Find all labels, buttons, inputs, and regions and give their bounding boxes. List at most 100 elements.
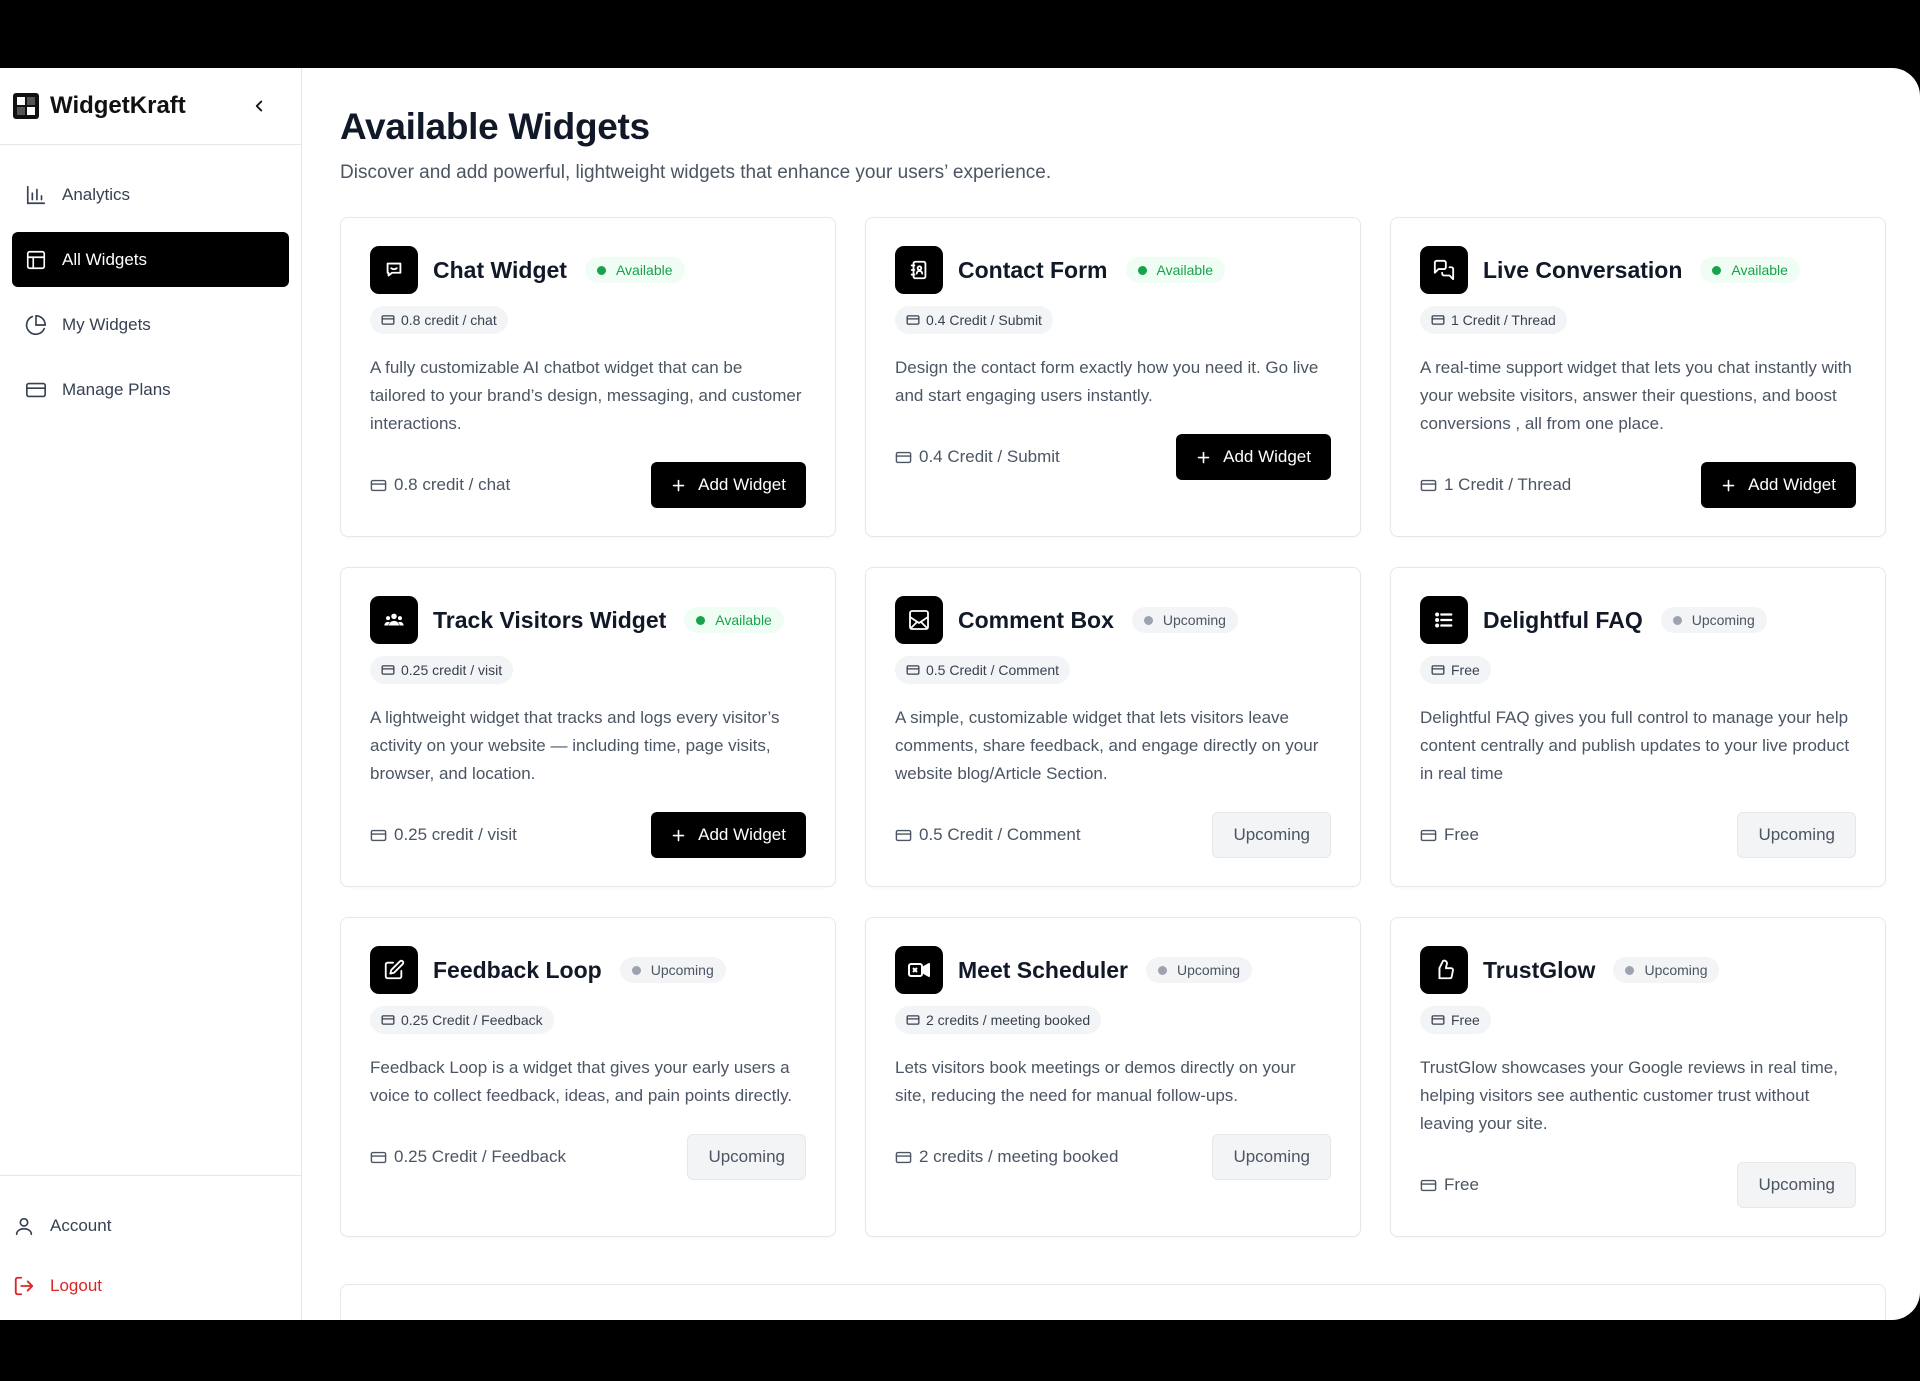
sidebar-item-label: Analytics xyxy=(62,184,131,204)
pie-chart-icon xyxy=(24,313,48,337)
price-pill-label: 0.8 credit / chat xyxy=(401,312,497,328)
add-widget-button[interactable]: Add Widget xyxy=(651,462,806,508)
status-dot-icon xyxy=(1143,615,1153,625)
widget-description: TrustGlow showcases your Google reviews … xyxy=(1420,1058,1838,1133)
price-pill: 0.8 credit / chat xyxy=(370,306,508,334)
brand-header: WidgetKraft xyxy=(0,68,301,145)
widget-card-contact-form: Contact Form Available 0.4 Credit / Submit… xyxy=(865,217,1361,537)
chevron-left-icon xyxy=(255,100,263,112)
logout-label: Logout xyxy=(50,1276,102,1295)
credit-card-icon xyxy=(1420,1177,1437,1194)
status-dot-icon xyxy=(1137,265,1147,275)
upcoming-button[interactable]: Upcoming xyxy=(1737,812,1856,858)
credit-card-icon xyxy=(906,1013,920,1027)
account-link[interactable]: Account xyxy=(12,1196,289,1256)
credit-card-icon xyxy=(895,449,912,466)
footer-price: Free xyxy=(1420,825,1479,845)
collapse-sidebar-button[interactable] xyxy=(245,92,273,120)
status-dot-icon xyxy=(1158,965,1167,975)
sidebar-item-label: Manage Plans xyxy=(62,379,171,399)
sidebar-bottom: Account Logout xyxy=(0,1175,301,1320)
add-widget-button[interactable]: Add Widget xyxy=(1701,462,1856,508)
footer-price: 0.25 Credit / Feedback xyxy=(370,1147,566,1167)
widget-title: Feedback Loop xyxy=(433,956,602,983)
card-header: TrustGlow Upcoming xyxy=(1420,946,1856,994)
main-content: Available Widgets Discover and add power… xyxy=(302,68,1920,1320)
credit-card-icon xyxy=(381,1013,395,1027)
logout-icon xyxy=(12,1274,36,1298)
card-header: Meet Scheduler Upcoming xyxy=(895,946,1331,994)
widget-card-delightful-faq: Delightful FAQ Upcoming Free Delightful FAQ… xyxy=(1390,567,1886,887)
footer-price-label: 2 credits / meeting booked xyxy=(919,1147,1119,1166)
price-pill: 0.25 Credit / Feedback xyxy=(370,1006,554,1034)
card-header: Contact Form Available xyxy=(895,246,1331,294)
list-icon xyxy=(1420,596,1468,644)
footer-price: 1 Credit / Thread xyxy=(1420,475,1571,495)
sidebar-item-label: My Widgets xyxy=(62,314,151,334)
price-pill: 0.4 Credit / Submit xyxy=(895,306,1053,334)
footer-price-label: 0.4 Credit / Submit xyxy=(919,447,1060,466)
status-label: Upcoming xyxy=(1691,612,1755,628)
sidebar-item-all-widgets[interactable]: All Widgets xyxy=(12,232,289,287)
credit-card-icon xyxy=(895,1149,912,1166)
status-badge: Upcoming xyxy=(1613,957,1720,983)
upcoming-button[interactable]: Upcoming xyxy=(1737,1162,1856,1208)
app-window: WidgetKraft Analytics All Widgets My Wid… xyxy=(0,68,1920,1320)
status-badge: Upcoming xyxy=(619,957,726,983)
price-pill-label: 0.25 Credit / Feedback xyxy=(401,1012,543,1028)
price-pill: 0.5 Credit / Comment xyxy=(895,656,1071,684)
sidebar-item-my-widgets[interactable]: My Widgets xyxy=(12,297,289,352)
upcoming-label: Upcoming xyxy=(1758,825,1835,844)
status-label: Upcoming xyxy=(1644,962,1708,978)
status-label: Available xyxy=(715,612,772,628)
logout-link[interactable]: Logout xyxy=(12,1256,289,1316)
footer-price: 0.5 Credit / Comment xyxy=(895,825,1081,845)
account-label: Account xyxy=(50,1216,112,1235)
sidebar-item-label: All Widgets xyxy=(62,249,148,269)
add-widget-label: Add Widget xyxy=(698,475,786,494)
widget-card-feedback-loop: Feedback Loop Upcoming 0.25 Credit / Feedb… xyxy=(340,917,836,1237)
credit-card-icon xyxy=(370,1149,387,1166)
widget-description: Lets visitors book meetings or demos dir… xyxy=(895,1058,1296,1105)
upcoming-label: Upcoming xyxy=(1233,825,1310,844)
status-dot-icon xyxy=(596,265,606,275)
price-pill: 0.25 credit / visit xyxy=(370,656,514,684)
widget-card-live-conversation: Live Conversation Available 1 Credit / Thr… xyxy=(1390,217,1886,537)
price-pill-label: 0.4 Credit / Submit xyxy=(926,312,1042,328)
plus-icon xyxy=(1196,450,1211,465)
status-badge: Available xyxy=(584,257,685,283)
status-badge: Available xyxy=(1700,257,1800,283)
card-footer: 0.4 Credit / Submit Add Widget xyxy=(895,434,1331,480)
widget-description: A simple, customizable widget that lets … xyxy=(895,708,1319,783)
add-widget-button[interactable]: Add Widget xyxy=(651,812,806,858)
credit-card-icon xyxy=(1431,313,1445,327)
card-header: Live Conversation Available xyxy=(1420,246,1856,294)
card-footer: Free Upcoming xyxy=(1420,1162,1856,1208)
card-footer: 0.25 credit / visit Add Widget xyxy=(370,812,806,858)
sidebar-item-manage-plans[interactable]: Manage Plans xyxy=(12,362,289,417)
upcoming-button[interactable]: Upcoming xyxy=(1212,1134,1331,1180)
status-badge: Available xyxy=(1125,257,1226,283)
add-widget-label: Add Widget xyxy=(1748,475,1836,494)
widget-card-meet-scheduler: Meet Scheduler Upcoming 2 credits / meetin… xyxy=(865,917,1361,1237)
users-icon xyxy=(370,596,418,644)
plus-icon xyxy=(671,828,686,843)
card-footer: 1 Credit / Thread Add Widget xyxy=(1420,462,1856,508)
price-pill-label: Free xyxy=(1451,662,1480,678)
widget-card-chat-widget: Chat Widget Available 0.8 credit / chat A f… xyxy=(340,217,836,537)
footer-price: 0.25 credit / visit xyxy=(370,825,517,845)
status-label: Available xyxy=(1156,262,1214,278)
credit-card-icon xyxy=(370,827,387,844)
contact-book-icon xyxy=(895,246,943,294)
upcoming-label: Upcoming xyxy=(708,1147,785,1166)
add-widget-button[interactable]: Add Widget xyxy=(1176,434,1331,480)
plus-icon xyxy=(1721,478,1736,493)
upcoming-button[interactable]: Upcoming xyxy=(687,1134,806,1180)
video-icon xyxy=(895,946,943,994)
sidebar-item-analytics[interactable]: Analytics xyxy=(12,167,289,222)
upcoming-label: Upcoming xyxy=(1233,1147,1310,1166)
price-pill: 2 credits / meeting booked xyxy=(895,1006,1102,1034)
upcoming-button[interactable]: Upcoming xyxy=(1212,812,1331,858)
credit-card-icon xyxy=(1431,663,1445,677)
card-header: Track Visitors Widget Available xyxy=(370,596,806,644)
